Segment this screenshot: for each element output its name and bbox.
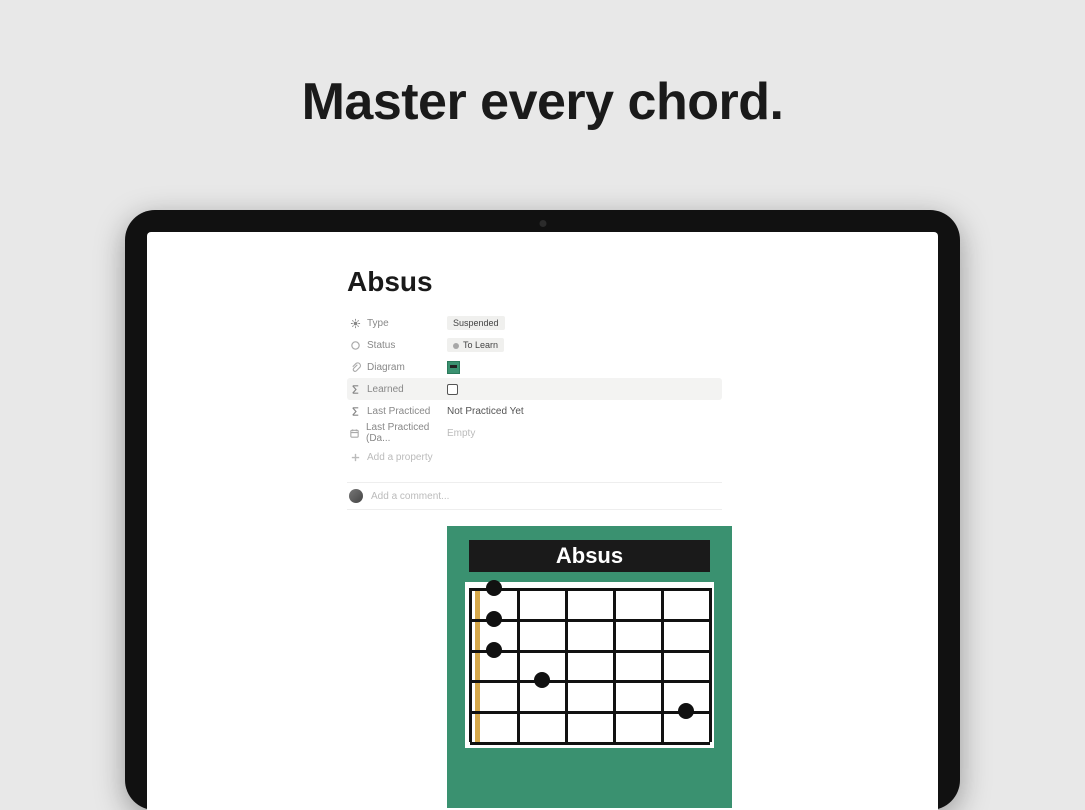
diagram-thumbnail[interactable] (447, 361, 460, 374)
property-label: Last Practiced (347, 405, 447, 417)
property-label-text: Diagram (367, 362, 405, 373)
property-row[interactable]: Learned (347, 378, 722, 400)
clip-icon (349, 361, 361, 373)
property-label: Diagram (347, 361, 447, 373)
calendar-icon (349, 427, 360, 439)
add-property-button[interactable]: Add a property (347, 446, 722, 468)
add-property-label: Add a property (367, 452, 433, 463)
avatar (349, 489, 363, 503)
comment-placeholder: Add a comment... (371, 491, 449, 502)
property-label-text: Last Practiced (367, 406, 430, 417)
finger-dot (486, 580, 502, 596)
finger-dot (486, 611, 502, 627)
screen: Absus Type Suspended Status To Learn Diagram… (147, 232, 938, 810)
property-value[interactable] (447, 384, 458, 395)
string-line (470, 711, 710, 714)
string-line (470, 588, 710, 591)
property-label-text: Last Practiced (Da... (366, 422, 447, 444)
property-value-text: Not Practiced Yet (447, 406, 524, 417)
finger-dot (486, 642, 502, 658)
properties-list: Type Suspended Status To Learn Diagram Learne… (347, 312, 722, 444)
circle-icon (349, 339, 361, 351)
property-label: Status (347, 339, 447, 351)
property-label: Learned (347, 383, 447, 395)
finger-dot (534, 672, 550, 688)
property-row[interactable]: Last Practiced Not Practiced Yet (347, 400, 722, 422)
property-value[interactable]: To Learn (447, 338, 504, 352)
property-row[interactable]: Last Practiced (Da...Empty (347, 422, 722, 444)
property-label-text: Type (367, 318, 389, 329)
fret-line (469, 588, 472, 742)
sigma-icon (349, 383, 361, 395)
gear-icon (349, 317, 361, 329)
property-label: Type (347, 317, 447, 329)
property-label: Last Practiced (Da... (347, 422, 447, 444)
property-value[interactable] (447, 361, 460, 374)
checkbox[interactable] (447, 384, 458, 395)
string-line (470, 742, 710, 745)
property-value-text: Empty (447, 428, 475, 439)
fret-line (565, 588, 568, 742)
headline: Master every chord. (0, 0, 1085, 132)
page-title: Absus (347, 266, 722, 298)
tag: Suspended (447, 316, 505, 330)
property-value[interactable]: Not Practiced Yet (447, 406, 524, 417)
property-value[interactable]: Suspended (447, 316, 505, 330)
string-line (470, 680, 710, 683)
status-tag: To Learn (447, 338, 504, 352)
property-row[interactable]: Diagram (347, 356, 722, 378)
fret-line (517, 588, 520, 742)
sigma-icon (349, 405, 361, 417)
finger-dot (678, 703, 694, 719)
string-line (470, 619, 710, 622)
property-value[interactable]: Empty (447, 428, 475, 439)
status-dot-icon (453, 343, 459, 349)
property-row[interactable]: Status To Learn (347, 334, 722, 356)
fretboard (470, 588, 710, 748)
property-row[interactable]: Type Suspended (347, 312, 722, 334)
fret-line (613, 588, 616, 742)
property-label-text: Learned (367, 384, 404, 395)
string-line (470, 650, 710, 653)
chord-diagram-card: Absus (447, 526, 732, 808)
fret-line (709, 588, 712, 742)
fret-line (661, 588, 664, 742)
camera-dot (539, 220, 546, 227)
property-label-text: Status (367, 340, 395, 351)
chord-name-bar: Absus (469, 540, 710, 572)
plus-icon (349, 451, 361, 463)
comment-input[interactable]: Add a comment... (347, 482, 722, 510)
tablet-frame: Absus Type Suspended Status To Learn Diagram… (125, 210, 960, 810)
